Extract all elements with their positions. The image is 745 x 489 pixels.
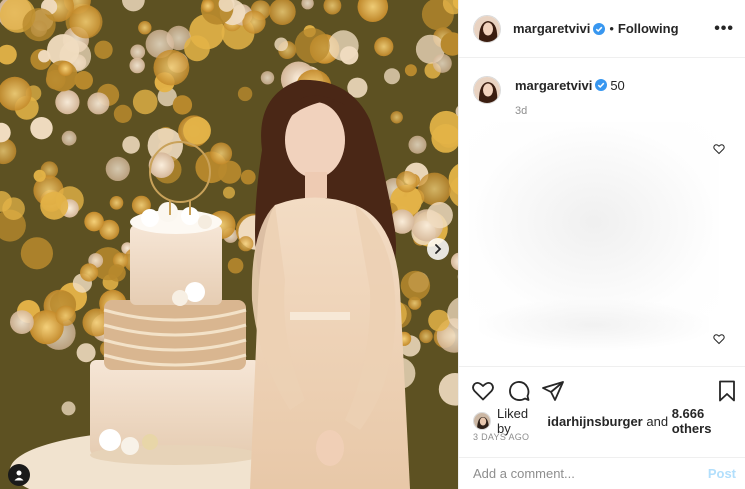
avatar-image [474, 77, 500, 103]
verified-badge-icon [595, 79, 608, 91]
post-caption: margaretvivi 50 3d [473, 76, 625, 117]
separator-dot: • [609, 21, 614, 36]
blurred-comment [479, 300, 709, 350]
comment-box: Post [459, 457, 745, 489]
caption-timestamp[interactable]: 3d [515, 105, 625, 117]
share-icon[interactable] [541, 379, 565, 403]
avatar[interactable] [473, 14, 501, 43]
user-tag-button[interactable] [8, 464, 30, 486]
post-date[interactable]: 3 DAYS AGO [473, 432, 529, 442]
caption-username[interactable]: margaretvivi [515, 78, 592, 93]
post-header: margaretvivi • Following ••• [459, 0, 745, 58]
cake-and-woman-photo [0, 0, 458, 489]
instagram-post-modal: margaretvivi • Following ••• margaretviv… [0, 0, 745, 489]
blurred-comments [469, 122, 719, 322]
post-photo[interactable] [0, 0, 458, 489]
following-button[interactable]: Following [618, 21, 679, 36]
avatar-image [474, 15, 500, 42]
post-comment-button[interactable]: Post [708, 466, 736, 481]
post-sidebar: margaretvivi • Following ••• margaretviv… [458, 0, 745, 489]
more-options-button[interactable]: ••• [714, 20, 734, 38]
caption-avatar[interactable] [473, 76, 501, 104]
avatar-image [474, 413, 490, 429]
verified-badge-icon [593, 22, 606, 35]
caption-text: 50 [610, 78, 625, 93]
comment-like-heart-icon[interactable] [713, 143, 725, 155]
user-tag-icon [14, 470, 24, 481]
header-username[interactable]: margaretvivi [513, 21, 590, 36]
bookmark-icon[interactable] [715, 379, 739, 403]
heart-icon[interactable] [471, 379, 495, 403]
comment-input[interactable] [473, 466, 693, 481]
liker-username[interactable]: idarhijnsburger [547, 414, 642, 429]
likes-others-link[interactable]: 8.666 others [672, 406, 745, 436]
likes-conjunction: and [646, 413, 669, 429]
chevron-right-icon [435, 244, 442, 254]
next-photo-button[interactable] [427, 238, 449, 260]
comment-like-heart-icon[interactable] [713, 333, 725, 345]
comment-icon[interactable] [507, 379, 531, 403]
liker-avatar[interactable] [473, 412, 491, 430]
